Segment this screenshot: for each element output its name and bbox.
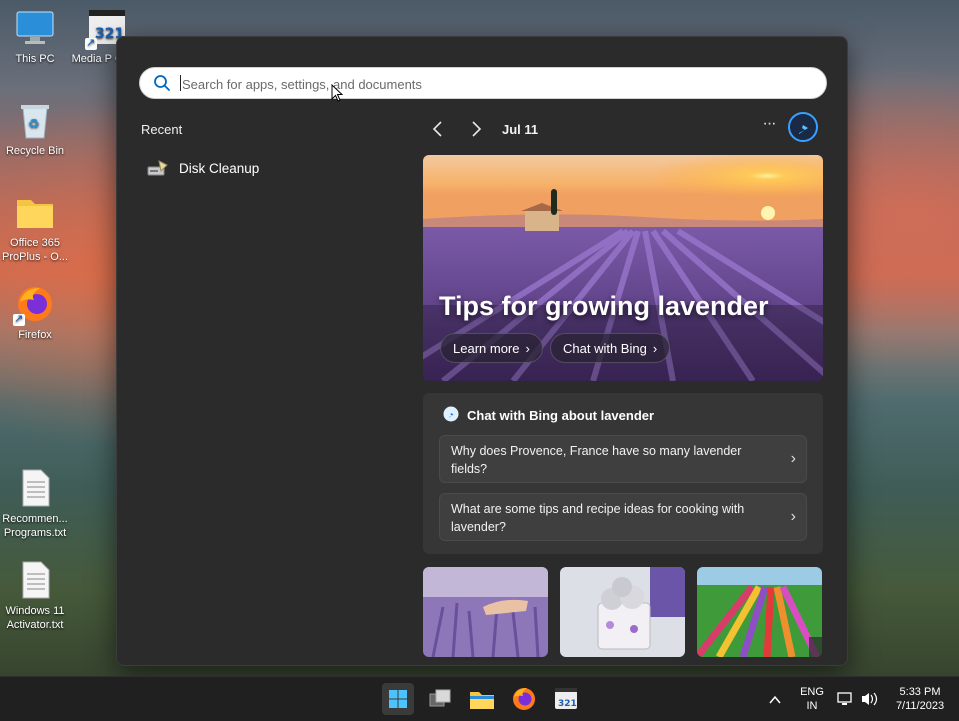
search-input[interactable] xyxy=(180,72,804,96)
network-icon xyxy=(837,692,852,705)
taskbar: 321 ENG IN 5:33 PM 7/11/2023 xyxy=(0,676,959,721)
chevron-right-icon: › xyxy=(790,450,796,467)
desktop-icon-windows-activator[interactable]: Windows 11 Activator.txt xyxy=(0,560,72,632)
svg-text:321: 321 xyxy=(558,699,577,709)
chevron-right-icon: › xyxy=(790,508,796,525)
language-label: ENG xyxy=(800,686,824,698)
chevron-left-icon xyxy=(432,121,442,137)
chevron-right-icon: › xyxy=(652,341,658,356)
firefox-icon xyxy=(513,688,535,710)
bing-question-1[interactable]: Why does Provence, France have so many l… xyxy=(439,435,807,483)
region-label: IN xyxy=(806,700,818,712)
windows-logo-icon xyxy=(389,690,407,708)
folder-icon xyxy=(15,192,55,232)
hero-card[interactable]: Tips for growing lavender Learn more › Ch… xyxy=(423,155,823,381)
bing-question-2[interactable]: What are some tips and recipe ideas for … xyxy=(439,493,807,541)
show-hidden-icons-button[interactable] xyxy=(764,677,786,721)
highlights-date: Jul 11 xyxy=(502,122,539,137)
thumbnail-flower-fields[interactable] xyxy=(697,567,822,657)
disk-cleanup-icon xyxy=(147,159,169,177)
desktop-icon-firefox[interactable]: Firefox xyxy=(0,284,72,342)
clock-time: 5:33 PM xyxy=(899,686,941,698)
start-button[interactable] xyxy=(382,683,414,715)
desktop-icon-label: Office 365 ProPlus - O... xyxy=(1,237,69,263)
chevron-right-icon: › xyxy=(525,341,530,356)
search-panel: Recent Disk Cleanup Jul 11 ··· xyxy=(116,36,848,666)
desktop-icon-label: Windows 11 Activator.txt xyxy=(5,605,65,631)
bing-card-title: Chat with Bing about lavender xyxy=(467,408,655,423)
bing-icon xyxy=(788,112,818,142)
more-options-button[interactable]: ··· xyxy=(757,115,781,139)
firefox-taskbar-button[interactable] xyxy=(508,683,540,715)
question-text: What are some tips and recipe ideas for … xyxy=(451,502,745,534)
desktop-icon-label: Recommen... Programs.txt xyxy=(2,513,68,539)
previous-day-button[interactable] xyxy=(427,117,449,141)
chat-with-bing-label: Chat with Bing xyxy=(563,341,647,356)
folder-icon xyxy=(470,692,494,709)
highlights-header: Jul 11 ··· xyxy=(427,115,827,141)
chevron-up-icon xyxy=(769,695,781,704)
input-language-indicator[interactable]: ENG IN xyxy=(796,677,828,721)
desktop-icon-label: Firefox xyxy=(18,329,52,341)
thumbnail-lavender-ice-cream[interactable] xyxy=(560,567,685,657)
bing-chat-card: Chat with Bing about lavender Why does P… xyxy=(423,393,823,554)
desktop-icon-label: Recycle Bin xyxy=(5,145,65,157)
text-caret xyxy=(180,75,181,91)
recent-heading: Recent xyxy=(141,122,183,137)
media-player-classic-icon: 321 xyxy=(555,688,577,709)
desktop-icon-recommended-programs[interactable]: Recommen... Programs.txt xyxy=(0,468,72,540)
question-text: Why does Provence, France have so many l… xyxy=(451,444,742,476)
recent-item-disk-cleanup[interactable]: Disk Cleanup xyxy=(147,156,347,180)
chevron-right-icon xyxy=(472,121,482,137)
clock-date: 7/11/2023 xyxy=(895,700,945,712)
monitor-icon xyxy=(15,8,55,48)
thumbnail-lavender-hand[interactable] xyxy=(423,567,548,657)
learn-more-button[interactable]: Learn more › xyxy=(440,333,543,363)
system-status-button[interactable] xyxy=(836,677,886,721)
text-file-icon xyxy=(15,560,55,600)
text-file-icon xyxy=(15,468,55,508)
mouse-cursor-icon xyxy=(331,84,343,102)
task-view-button[interactable] xyxy=(424,683,456,715)
chat-with-bing-button[interactable]: Chat with Bing › xyxy=(550,333,671,363)
desktop-icon-this-pc[interactable]: This PC xyxy=(0,8,72,66)
hero-title: Tips for growing lavender xyxy=(439,291,769,321)
clock[interactable]: 5:33 PM 7/11/2023 xyxy=(888,677,952,721)
file-explorer-button[interactable] xyxy=(466,683,498,715)
learn-more-label: Learn more xyxy=(453,341,520,356)
desktop-icon-recycle-bin[interactable]: ♻ Recycle Bin xyxy=(0,100,72,158)
shortcut-arrow-icon xyxy=(13,312,25,326)
svg-text:♻: ♻ xyxy=(28,116,40,131)
media-player-taskbar-button[interactable]: 321 xyxy=(550,683,582,715)
desktop-icon-office[interactable]: Office 365 ProPlus - O... xyxy=(0,192,72,264)
search-box[interactable] xyxy=(139,67,827,99)
desktop-icon-label: This PC xyxy=(15,53,55,65)
recent-item-label: Disk Cleanup xyxy=(179,160,260,176)
search-icon xyxy=(153,74,171,92)
recycle-bin-icon: ♻ xyxy=(15,100,55,140)
volume-icon xyxy=(862,692,878,706)
bing-icon xyxy=(443,406,459,422)
firefox-icon xyxy=(13,284,55,326)
bing-button[interactable] xyxy=(787,111,819,143)
task-view-icon xyxy=(429,689,451,707)
shortcut-arrow-icon xyxy=(85,36,97,50)
next-day-button[interactable] xyxy=(465,117,487,141)
